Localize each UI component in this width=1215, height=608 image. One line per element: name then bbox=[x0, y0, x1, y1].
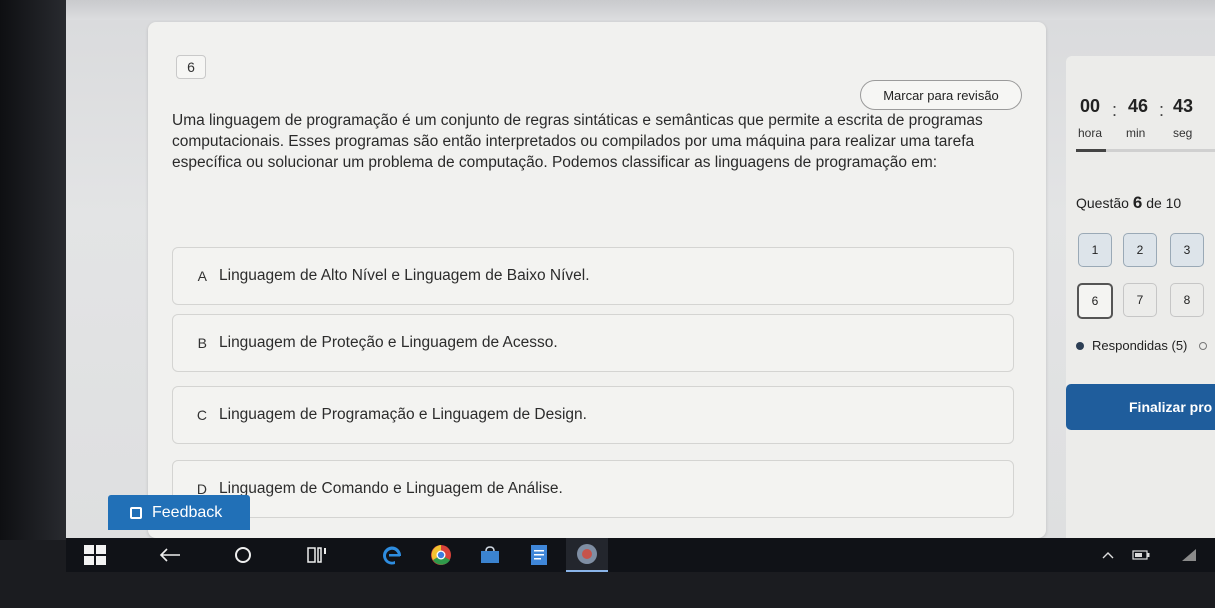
question-counter-current: 6 bbox=[1132, 193, 1143, 212]
answered-legend: Respondidas (5) bbox=[1076, 338, 1208, 353]
option-c[interactable]: C Linguagem de Programação e Linguagem d… bbox=[172, 386, 1014, 444]
nav-question-2[interactable]: 2 bbox=[1123, 233, 1157, 267]
nav-question-8[interactable]: 8 bbox=[1170, 283, 1204, 317]
app-icon[interactable] bbox=[566, 538, 608, 572]
chrome-icon[interactable] bbox=[429, 538, 453, 572]
nav-question-3[interactable]: 3 bbox=[1170, 233, 1204, 267]
option-text: Linguagem de Programação e Linguagem de … bbox=[219, 406, 587, 423]
monitor-bezel bbox=[0, 0, 70, 540]
notes-icon[interactable] bbox=[528, 538, 550, 572]
finalize-button[interactable]: Finalizar pro bbox=[1066, 384, 1215, 430]
nav-question-1[interactable]: 1 bbox=[1078, 233, 1112, 267]
timer-minutes-label: min bbox=[1126, 126, 1146, 140]
option-b[interactable]: B Linguagem de Proteção e Linguagem de A… bbox=[172, 314, 1014, 372]
option-text: Linguagem de Comando e Linguagem de Anál… bbox=[219, 480, 563, 497]
option-letter: C bbox=[196, 407, 207, 423]
question-number: 6 bbox=[176, 55, 206, 79]
screen: 6 Marcar para revisão Uma linguagem de p… bbox=[66, 0, 1215, 538]
battery-icon[interactable] bbox=[1130, 538, 1152, 572]
answered-label: Respondidas (5) bbox=[1092, 338, 1188, 353]
question-counter-prefix: Questão bbox=[1076, 195, 1129, 211]
chevron-up-icon[interactable] bbox=[1098, 538, 1118, 572]
back-arrow-icon[interactable] bbox=[158, 538, 182, 572]
timer-seconds: 43 bbox=[1173, 96, 1194, 116]
top-strip bbox=[66, 0, 1215, 20]
option-text: Linguagem de Alto Nível e Linguagem de B… bbox=[219, 267, 590, 284]
windows-start-icon[interactable] bbox=[82, 538, 108, 572]
timer-separator: : bbox=[1159, 100, 1165, 120]
feedback-label: Feedback bbox=[152, 503, 223, 521]
network-icon[interactable] bbox=[1178, 538, 1200, 572]
answered-dot bbox=[1076, 341, 1084, 350]
option-letter: A bbox=[197, 268, 207, 284]
task-view-icon[interactable] bbox=[306, 538, 328, 572]
timer-hours: 00 bbox=[1080, 96, 1101, 116]
option-text: Linguagem de Proteção e Linguagem de Ace… bbox=[219, 334, 558, 351]
edge-browser-icon[interactable] bbox=[380, 538, 404, 572]
search-circle-icon[interactable] bbox=[232, 538, 254, 572]
question-counter-suffix: de 10 bbox=[1146, 195, 1182, 211]
feedback-icon bbox=[130, 506, 142, 519]
feedback-button[interactable]: Feedback bbox=[108, 495, 250, 530]
taskbar bbox=[66, 538, 1215, 572]
option-a[interactable]: A Linguagem de Alto Nível e Linguagem de… bbox=[172, 247, 1014, 305]
timer-seconds-label: seg bbox=[1173, 126, 1193, 140]
progress-sidebar: 00 : 46 : 43 hora min seg Questão 6 de 1… bbox=[1066, 56, 1215, 538]
timer-bar-fill bbox=[1076, 149, 1106, 152]
monitor-bezel-bottom bbox=[0, 572, 1215, 608]
timer-separator: : bbox=[1112, 100, 1118, 120]
store-icon[interactable] bbox=[478, 538, 502, 572]
mark-for-review-button[interactable]: Marcar para revisão bbox=[860, 80, 1022, 110]
question-text: Uma linguagem de programação é um conjun… bbox=[172, 112, 983, 171]
question-counter: Questão 6 de 10 bbox=[1076, 193, 1181, 213]
unanswered-dot bbox=[1199, 341, 1208, 350]
nav-question-6[interactable]: 6 bbox=[1077, 283, 1113, 319]
question-card: 6 Marcar para revisão Uma linguagem de p… bbox=[148, 22, 1046, 538]
option-d[interactable]: D Linguagem de Comando e Linguagem de An… bbox=[172, 460, 1014, 518]
timer-hours-label: hora bbox=[1078, 126, 1103, 140]
nav-question-7[interactable]: 7 bbox=[1123, 283, 1157, 317]
option-letter: B bbox=[197, 335, 207, 351]
timer-minutes: 46 bbox=[1128, 96, 1149, 116]
